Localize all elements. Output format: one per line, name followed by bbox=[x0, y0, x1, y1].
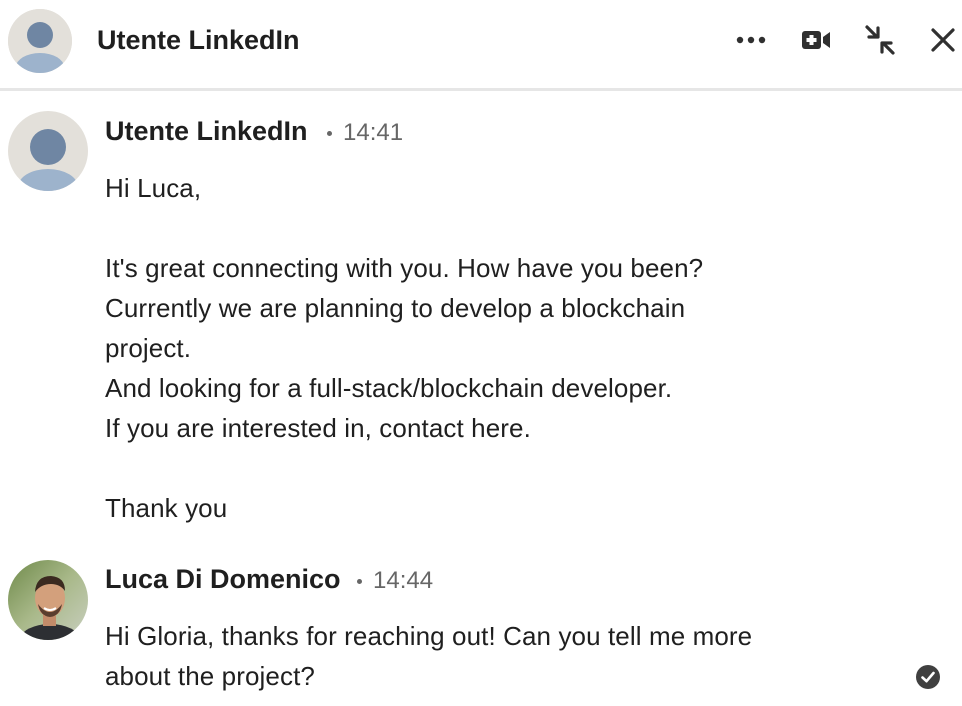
message-line: project. bbox=[105, 333, 192, 363]
minimize-icon bbox=[865, 25, 895, 55]
video-call-icon bbox=[802, 31, 830, 49]
contact-avatar[interactable] bbox=[8, 9, 72, 73]
message-line: about the project? bbox=[105, 661, 315, 691]
message-line: Thank you bbox=[105, 493, 228, 523]
message-line: And looking for a full-stack/blockchain … bbox=[105, 373, 673, 403]
more-icon bbox=[736, 36, 766, 44]
more-options-button[interactable] bbox=[731, 20, 771, 60]
close-icon bbox=[931, 28, 955, 52]
separator-dot bbox=[357, 579, 362, 584]
message-time: 14:41 bbox=[343, 119, 404, 146]
message-line: Currently we are planning to develop a b… bbox=[105, 293, 686, 323]
video-call-button[interactable] bbox=[796, 20, 836, 60]
message-line: It's great connecting with you. How have… bbox=[105, 253, 704, 283]
message-line: If you are interested in, contact here. bbox=[105, 413, 531, 443]
message-time: 14:44 bbox=[373, 567, 434, 594]
message-line: Hi Gloria, thanks for reaching out! Can … bbox=[105, 621, 753, 651]
read-receipt-check-icon bbox=[916, 665, 940, 689]
separator-dot bbox=[327, 131, 332, 136]
message-sender[interactable]: Luca Di Domenico bbox=[105, 564, 341, 595]
sender-avatar-photo[interactable] bbox=[8, 560, 88, 640]
message-sender[interactable]: Utente LinkedIn bbox=[105, 116, 308, 147]
sender-avatar[interactable] bbox=[8, 111, 88, 191]
message-line: Hi Luca, bbox=[105, 173, 202, 203]
minimize-button[interactable] bbox=[860, 20, 900, 60]
close-button[interactable] bbox=[923, 20, 962, 60]
chat-header: Utente LinkedIn bbox=[0, 0, 962, 91]
conversation-title[interactable]: Utente LinkedIn bbox=[97, 25, 300, 56]
